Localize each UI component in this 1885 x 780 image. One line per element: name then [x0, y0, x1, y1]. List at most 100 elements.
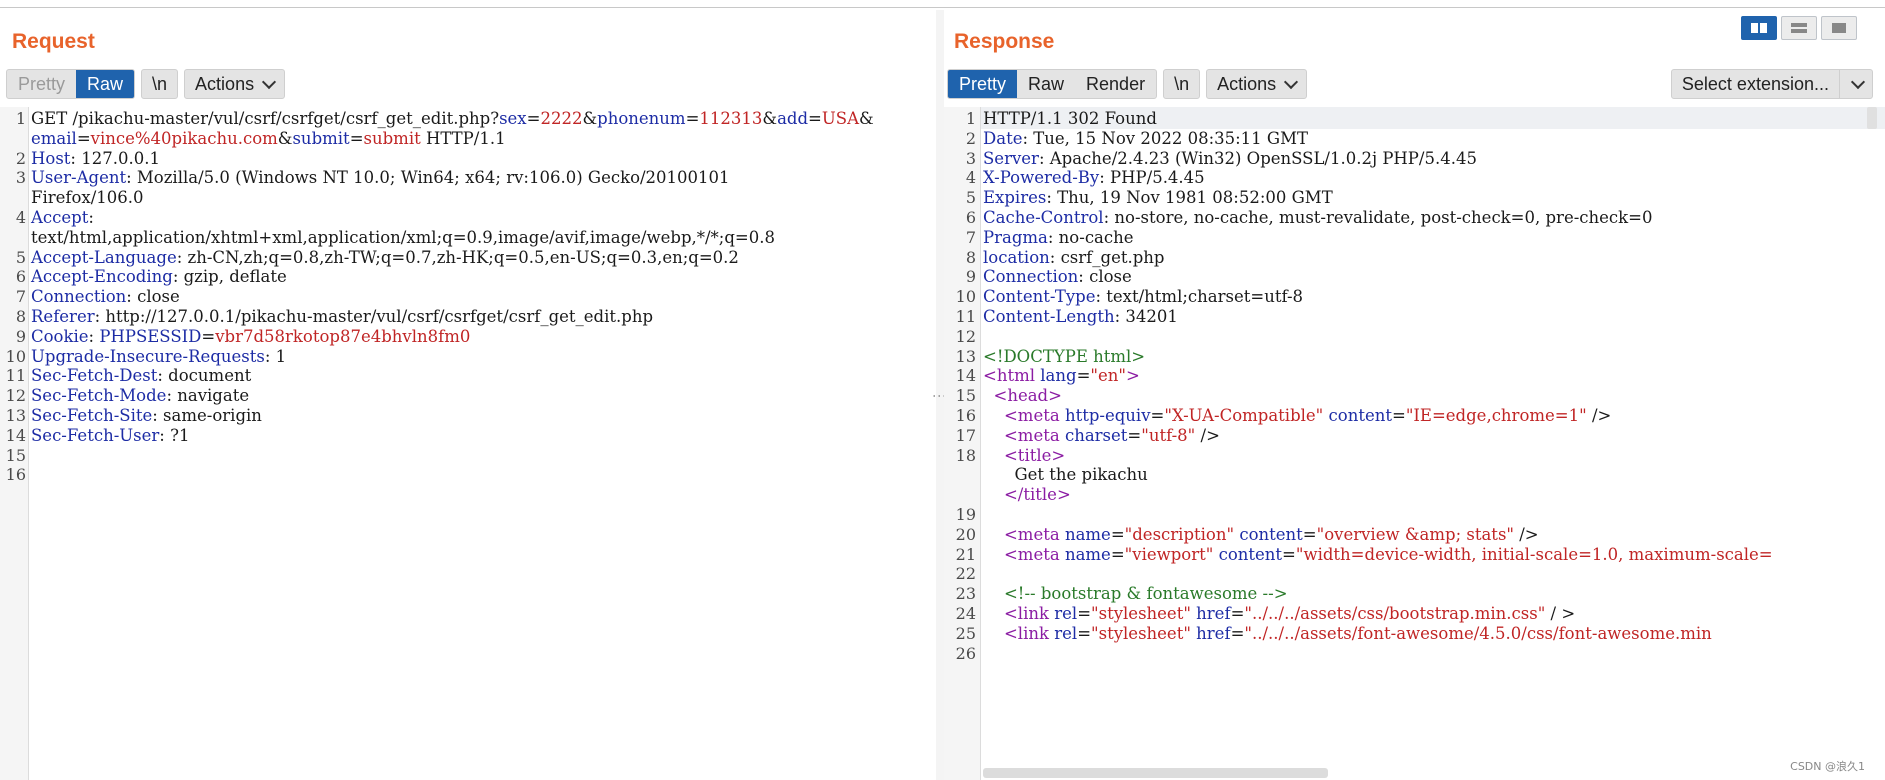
code-line: Sec-Fetch-Site: same-origin	[31, 406, 262, 425]
code-token: =	[685, 109, 700, 128]
line-number: 7	[15, 287, 26, 307]
response-tab-pretty[interactable]: Pretty	[948, 70, 1018, 98]
drag-handle-icon: ⋮	[932, 389, 948, 401]
request-pane: Request Pretty Raw \n Actions 1 GET /pika…	[0, 10, 937, 780]
code-token: />	[1586, 406, 1612, 425]
line-number: 16	[955, 406, 976, 425]
code-token: "utf-8"	[1141, 425, 1196, 445]
line-number: 24	[955, 604, 976, 623]
code-line: User-Agent: Mozilla/5.0 (Windows NT 10.0…	[31, 168, 730, 187]
response-toolbar: Pretty Raw Render \n Actions	[947, 69, 1308, 99]
code-token: X-Powered-By	[983, 168, 1100, 188]
code-token: : same-origin	[152, 406, 262, 425]
select-extension-arrow[interactable]	[1840, 70, 1872, 98]
line-number: 10	[955, 287, 976, 307]
code-token: : ?1	[159, 425, 190, 445]
code-token: =	[1110, 544, 1125, 564]
code-token: 2222	[540, 109, 583, 128]
line-number: 17	[955, 425, 976, 445]
code-line: Accept-Language: zh-CN,zh;q=0.8,zh-TW;q=…	[31, 248, 739, 267]
response-vertical-scrollbar[interactable]	[1867, 107, 1877, 129]
code-token: =	[1391, 406, 1406, 425]
code-line: <!DOCTYPE html>	[983, 347, 1145, 366]
code-token: Pragma	[983, 227, 1048, 247]
code-token: add	[777, 109, 809, 128]
pane-splitter[interactable]: ⋮	[932, 10, 948, 780]
select-extension-dropdown[interactable]: Select extension...	[1670, 69, 1873, 99]
code-line: <meta http-equiv="X-UA-Compatible" conte…	[983, 406, 1611, 425]
code-line: location: csrf_get.php	[983, 248, 1164, 267]
code-token: : Apache/2.4.23 (Win32) OpenSSL/1.0.2j P…	[1038, 148, 1477, 168]
response-tab-render[interactable]: Render	[1075, 70, 1156, 98]
code-line: <link rel="stylesheet" href="../../../as…	[983, 624, 1712, 643]
window-top-border	[0, 0, 1885, 8]
code-token: =	[1282, 544, 1296, 564]
code-line: </title>	[983, 485, 1071, 504]
chevron-down-icon	[262, 74, 277, 89]
code-token: =	[808, 109, 822, 128]
code-line: Host: 127.0.0.1	[31, 149, 160, 168]
request-editor[interactable]: 1 GET /pikachu-master/vul/csrf/csrfget/cs…	[0, 107, 936, 780]
select-extension-label: Select extension...	[1672, 70, 1840, 98]
code-line: <link rel="stylesheet" href="../../../as…	[983, 604, 1575, 623]
code-token: <head>	[993, 386, 1062, 406]
code-line: Sec-Fetch-Mode: navigate	[31, 386, 249, 405]
code-token: <link	[1003, 623, 1049, 643]
request-view-tabs: Pretty Raw	[6, 69, 136, 99]
code-line: HTTP/1.1 302 Found	[983, 109, 1157, 128]
request-newline-toggle[interactable]: \n	[141, 69, 179, 99]
response-editor[interactable]: 1 HTTP/1.1 302 Found 2 Date: Tue, 15 Nov 20…	[944, 107, 1885, 780]
code-token: location	[983, 247, 1050, 267]
code-token: submit	[363, 128, 421, 148]
code-token: name	[1059, 544, 1111, 564]
code-token: "../../../assets/css/bootstrap.min.css"	[1244, 604, 1546, 623]
code-line: Pragma: no-cache	[983, 228, 1134, 247]
code-token: Connection	[31, 287, 127, 307]
line-number: 8	[965, 247, 976, 267]
line-number: 22	[955, 564, 976, 584]
code-token: : 1	[264, 346, 287, 366]
response-tab-raw[interactable]: Raw	[1017, 70, 1075, 98]
code-token: =	[1150, 406, 1165, 425]
code-token: <meta	[1003, 544, 1060, 564]
line-number: 4	[15, 208, 26, 227]
line-number: 12	[955, 326, 976, 346]
line-number: 13	[5, 406, 26, 425]
response-actions-button[interactable]: Actions	[1206, 69, 1308, 99]
code-line: Server: Apache/2.4.23 (Win32) OpenSSL/1.…	[983, 149, 1477, 168]
code-token: &	[859, 109, 874, 128]
response-newline-toggle[interactable]: \n	[1163, 69, 1201, 99]
code-token: Sec-Fetch-Dest	[31, 366, 158, 386]
code-token: Content-Length	[983, 307, 1115, 326]
code-token: Sec-Fetch-Site	[31, 406, 153, 425]
code-token: "IE=edge,chrome=1"	[1405, 406, 1587, 425]
code-token: : Tue, 15 Nov 2022 08:35:11 GMT	[1022, 128, 1309, 148]
code-token: =	[1230, 604, 1245, 623]
line-number: 3	[15, 168, 26, 188]
response-horizontal-scrollbar[interactable]	[983, 768, 1328, 778]
code-line: Content-Length: 34201	[983, 307, 1178, 326]
code-token: phonenum	[597, 109, 686, 128]
line-number: 25	[955, 623, 976, 643]
request-tab-pretty[interactable]: Pretty	[7, 70, 76, 98]
code-token: : close	[126, 287, 180, 307]
code-token: : PHP/5.4.45	[1099, 168, 1205, 188]
code-token: : navigate	[166, 386, 250, 406]
code-token: :	[88, 326, 100, 346]
code-line: Cookie: PHPSESSID=vbr7d58rkotop87e4bhvln…	[31, 327, 470, 346]
code-token: rel	[1049, 604, 1078, 623]
code-token: Sec-Fetch-User	[31, 425, 160, 445]
code-line: Sec-Fetch-Dest: document	[31, 366, 251, 385]
code-token: "en"	[1090, 366, 1126, 386]
code-line: Referer: http://127.0.0.1/pikachu-master…	[31, 307, 653, 326]
code-token: email	[31, 128, 77, 148]
line-number: 11	[955, 307, 976, 326]
code-token: <title>	[1003, 445, 1066, 465]
request-tab-raw[interactable]: Raw	[76, 70, 135, 98]
response-actions-label: Actions	[1217, 74, 1277, 94]
request-actions-button[interactable]: Actions	[184, 69, 286, 99]
code-token: Accept-Encoding	[31, 267, 173, 287]
